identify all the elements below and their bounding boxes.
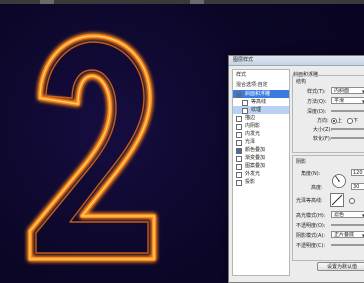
size-label: 大小(Z):	[313, 127, 333, 133]
direction-down-label: 下	[353, 118, 359, 124]
style-item[interactable]: 图案叠加	[233, 162, 289, 170]
depth-slider[interactable]	[331, 110, 364, 112]
styles-header[interactable]: 样式	[233, 70, 289, 80]
bevel-emboss-panel: 斜面和浮雕 结构 样式(T): 内斜面▼ 方法(Q): 平滑▼ 深度(D): 方…	[291, 69, 364, 274]
shadow-mode-label: 阴影模式(A):	[296, 233, 326, 239]
highlight-mode-select[interactable]: 滤色▼	[331, 211, 364, 218]
style-value: 内斜面	[334, 88, 350, 94]
style-item-label: 斜面和浮雕	[245, 91, 271, 97]
anti-alias-checkbox[interactable]	[349, 198, 355, 204]
technique-value: 平滑	[334, 98, 345, 104]
altitude-input[interactable]: 30	[351, 183, 364, 190]
style-item-label: 内阴影	[245, 123, 261, 129]
shadow-mode-select[interactable]: 正片叠底▼	[331, 231, 364, 238]
highlight-mode-label: 高光模式(H):	[296, 213, 326, 219]
shadow-mode-value: 正片叠底	[334, 232, 355, 238]
style-label: 样式(T):	[307, 89, 326, 95]
style-item[interactable]: 投影	[233, 178, 289, 186]
style-item-label: 图案叠加	[245, 163, 266, 169]
style-item[interactable]: 外发光	[233, 170, 289, 178]
highlight-mode-value: 滤色	[334, 212, 345, 218]
soften-label: 软化(F):	[313, 136, 332, 142]
style-item[interactable]: 等高线	[233, 98, 289, 106]
technique-label: 方法(Q):	[307, 99, 327, 105]
style-item-label: 渐变叠加	[245, 155, 266, 161]
structure-title: 结构	[296, 79, 307, 85]
style-item-label: 内发光	[245, 131, 261, 137]
direction-label: 方向:	[317, 118, 329, 124]
style-item[interactable]: 颜色叠加	[233, 146, 289, 154]
styles-list: 样式 混合选项:自定 斜面和浮雕等高线纹理描边内阴影内发光光泽颜色叠加渐变叠加图…	[232, 69, 290, 276]
style-item[interactable]: 光泽	[233, 138, 289, 146]
depth-label: 深度(D):	[307, 109, 327, 115]
altitude-label: 高度:	[311, 185, 323, 191]
highlight-opacity-label: 不透明度(O):	[296, 223, 326, 229]
style-item[interactable]: 斜面和浮雕	[233, 90, 289, 98]
style-item-label: 描边	[245, 115, 256, 121]
gloss-contour-label: 光泽等高线:	[296, 198, 323, 204]
gloss-contour-icon[interactable]	[330, 193, 344, 207]
shadow-opacity-label: 不透明度(C):	[296, 243, 326, 249]
style-item-label: 纹理	[251, 107, 262, 113]
angle-label: 角度(N):	[301, 171, 321, 177]
technique-select[interactable]: 平滑▼	[331, 97, 364, 104]
style-item[interactable]: 内发光	[233, 130, 289, 138]
style-item-label: 光泽	[245, 139, 256, 145]
direction-up-label: 上	[337, 118, 343, 124]
digit-inset-stroke	[35, 41, 149, 254]
make-default-button[interactable]: 设置为默认值	[317, 262, 364, 271]
style-item[interactable]: 内阴影	[233, 122, 289, 130]
style-item-label: 外发光	[245, 171, 261, 177]
shadow-opacity-slider[interactable]	[331, 244, 364, 246]
angle-dial-icon[interactable]	[331, 173, 347, 189]
style-item-label: 颜色叠加	[245, 147, 266, 153]
dialog-title: 图层样式	[229, 56, 364, 66]
style-item-label: 投影	[245, 179, 256, 185]
highlight-opacity-slider[interactable]	[331, 224, 364, 226]
size-slider[interactable]	[331, 128, 364, 130]
style-item[interactable]: 渐变叠加	[233, 154, 289, 162]
style-item-label: 等高线	[251, 99, 267, 105]
shading-title: 阴影	[296, 159, 307, 165]
style-item[interactable]: 描边	[233, 114, 289, 122]
soften-slider[interactable]	[331, 137, 364, 139]
layer-style-dialog[interactable]: 图层样式 样式 混合选项:自定 斜面和浮雕等高线纹理描边内阴影内发光光泽颜色叠加…	[228, 55, 364, 283]
glowing-number-two	[28, 34, 156, 261]
style-item[interactable]: 纹理	[233, 106, 289, 114]
style-checkbox[interactable]	[236, 180, 242, 186]
blending-options-item[interactable]: 混合选项:自定	[233, 80, 289, 90]
angle-input[interactable]: 120	[351, 169, 364, 176]
style-select[interactable]: 内斜面▼	[331, 87, 364, 94]
